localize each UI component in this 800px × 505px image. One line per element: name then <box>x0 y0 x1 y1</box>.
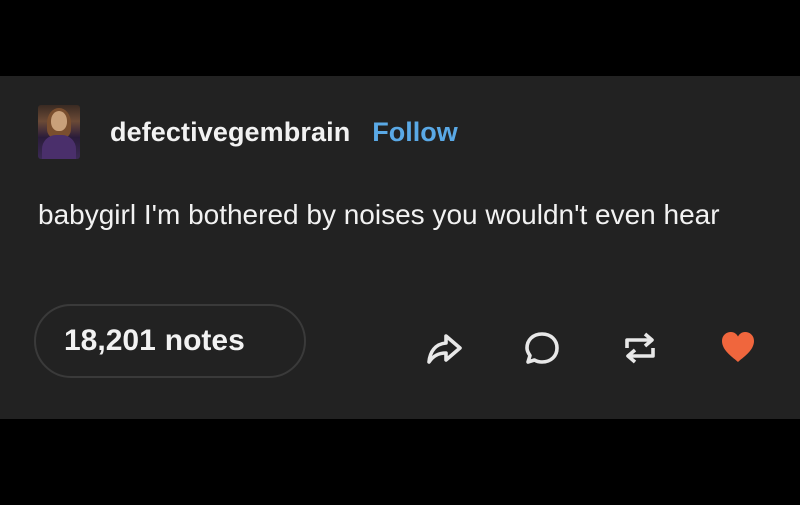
notes-label: notes <box>164 324 245 357</box>
reblog-icon[interactable] <box>620 328 660 368</box>
avatar[interactable] <box>38 105 80 159</box>
notes-button[interactable]: 18,201 notes <box>34 304 306 378</box>
username[interactable]: defectivegembrain <box>110 117 350 148</box>
post-header: defectivegembrain Follow <box>38 105 458 159</box>
speech-bubble-icon[interactable] <box>522 328 562 368</box>
screenshot-frame: defectivegembrain Follow babygirl I'm bo… <box>0 0 800 505</box>
notes-count: 18,201 <box>64 324 156 357</box>
follow-button[interactable]: Follow <box>372 117 457 148</box>
heart-icon[interactable] <box>718 327 758 367</box>
post-text: babygirl I'm bothered by noises you woul… <box>38 199 720 230</box>
tumblr-post: defectivegembrain Follow babygirl I'm bo… <box>0 76 800 419</box>
share-arrow-icon[interactable] <box>424 328 464 368</box>
